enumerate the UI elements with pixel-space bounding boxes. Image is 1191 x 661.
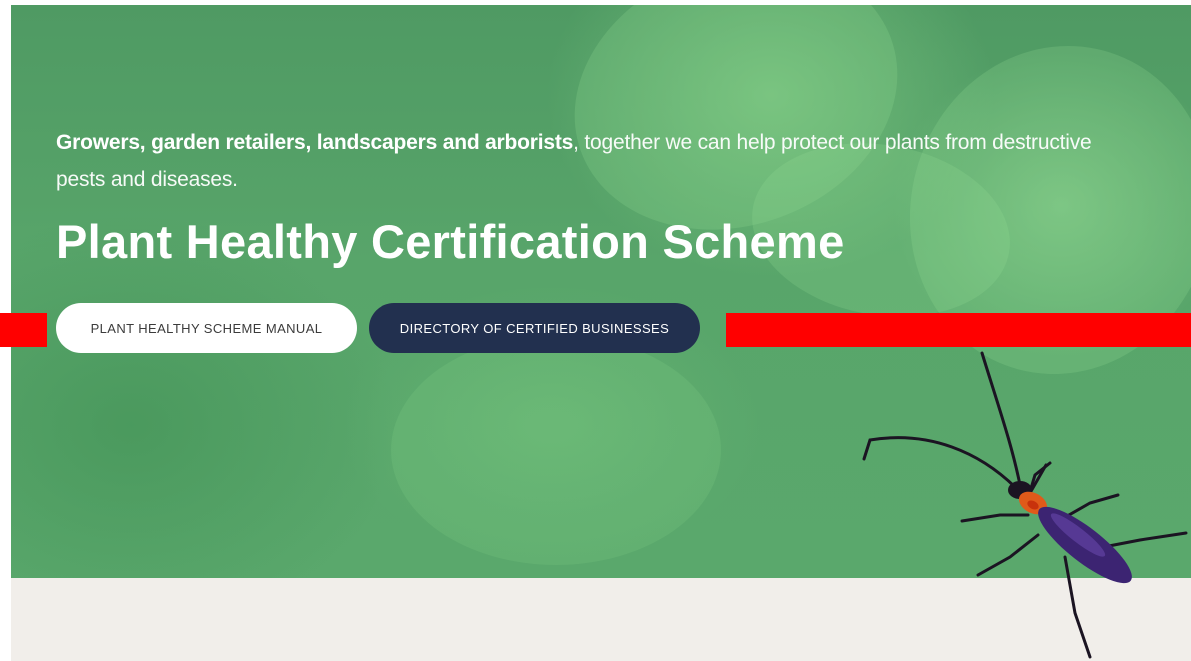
certified-directory-button[interactable]: DIRECTORY OF CERTIFIED BUSINESSES [369, 303, 700, 353]
leaf-shape [391, 335, 721, 565]
beetle-image [862, 351, 1188, 659]
red-bar-left [0, 313, 47, 347]
page-title: Plant Healthy Certification Scheme [56, 215, 845, 268]
red-bar-right [726, 313, 1191, 347]
hero-intro-audience: Growers, garden retailers, landscapers a… [56, 131, 574, 154]
hero-intro: Growers, garden retailers, landscapers a… [56, 124, 1116, 198]
scheme-manual-button[interactable]: PLANT HEALTHY SCHEME MANUAL [56, 303, 357, 353]
